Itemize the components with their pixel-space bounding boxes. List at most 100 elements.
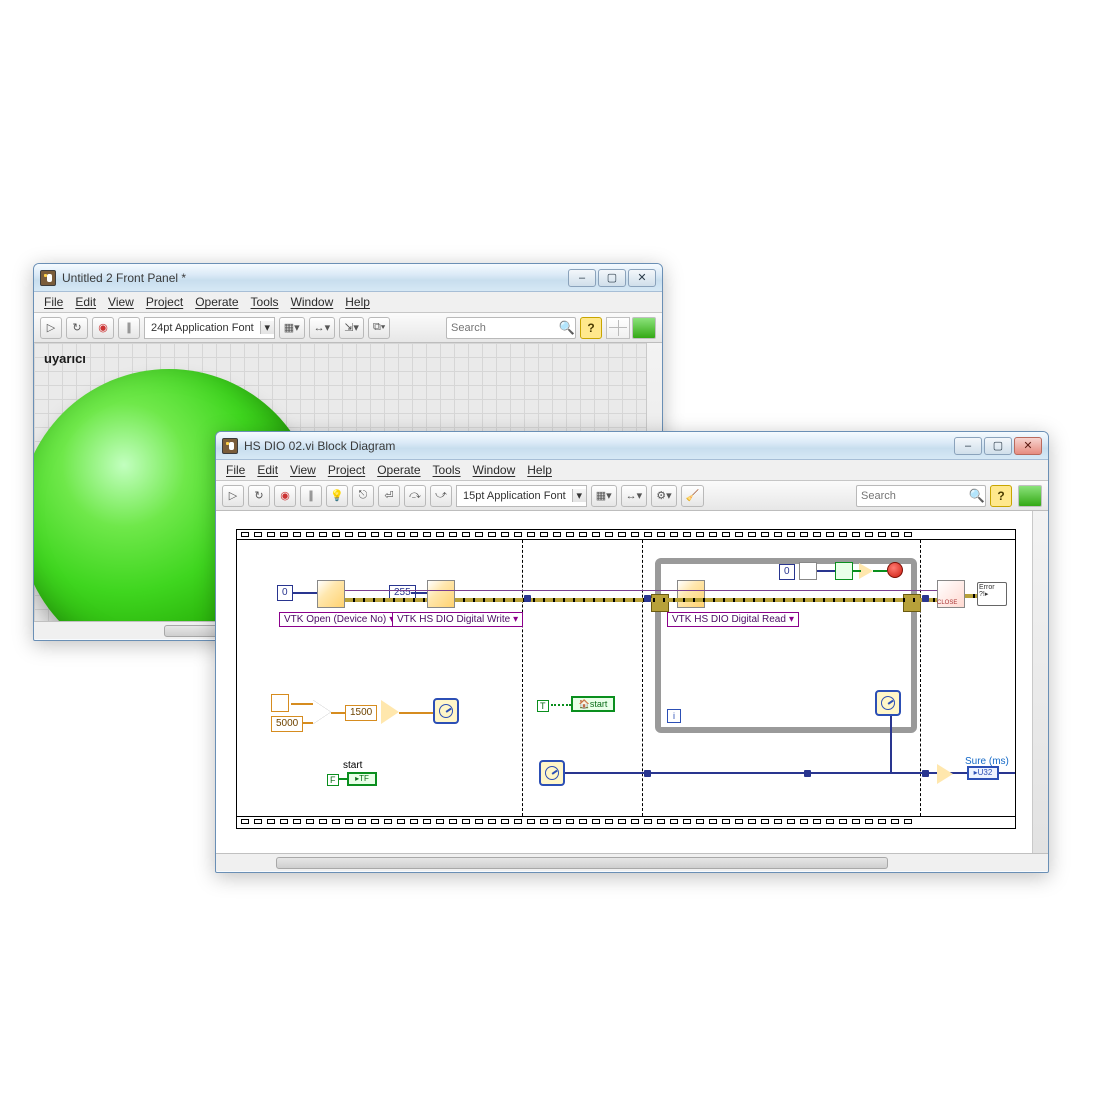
reorder-button[interactable]: ⧉▾: [368, 317, 390, 339]
fp-menubar[interactable]: File Edit View Project Operate Tools Win…: [34, 292, 662, 313]
distribute-objects-button[interactable]: ↔▾: [309, 317, 336, 339]
wait-ms-node[interactable]: [433, 698, 459, 724]
vtk-open-vi[interactable]: [317, 580, 345, 608]
vtk-read-vi[interactable]: [677, 580, 705, 608]
local-variable-start[interactable]: 🏠start: [571, 696, 615, 712]
horizontal-scroll-thumb[interactable]: [276, 857, 888, 869]
menu-project[interactable]: Project: [328, 463, 365, 477]
menu-window[interactable]: Window: [473, 463, 516, 477]
align-objects-button[interactable]: ▦▾: [279, 317, 305, 339]
chevron-down-icon[interactable]: ▾: [260, 321, 274, 334]
loop-iteration-terminal[interactable]: i: [667, 709, 681, 723]
close-button[interactable]: ✕: [1014, 437, 1042, 455]
distribute-objects-button[interactable]: ↔▾: [621, 485, 648, 507]
step-over-button[interactable]: ⤼: [404, 485, 426, 507]
align-objects-button[interactable]: ▦▾: [591, 485, 617, 507]
labview-app-icon: [40, 270, 56, 286]
search-icon[interactable]: 🔍: [559, 320, 575, 336]
minimize-button[interactable]: –: [568, 269, 596, 287]
step-out-button[interactable]: ⤻: [430, 485, 452, 507]
search-icon[interactable]: 🔍: [969, 488, 985, 504]
boolean-true-constant[interactable]: T: [537, 700, 549, 712]
poly-selector-vtk-read[interactable]: VTK HS DIO Digital Read▾: [667, 612, 799, 627]
menu-help[interactable]: Help: [527, 463, 552, 477]
poly-selector-vtk-write[interactable]: VTK HS DIO Digital Write▾: [392, 612, 523, 627]
menu-view[interactable]: View: [290, 463, 316, 477]
highlight-exec-button[interactable]: 💡: [326, 485, 348, 507]
numeric-constant-zero[interactable]: 0: [277, 585, 293, 601]
flat-sequence-structure[interactable]: 0 VTK Open (Device No)▾ 255 VTK HS DIO D…: [236, 529, 1016, 829]
context-help-button[interactable]: ?: [990, 485, 1012, 507]
context-help-button[interactable]: ?: [580, 317, 602, 339]
bd-search[interactable]: 🔍: [856, 485, 986, 507]
minimize-button[interactable]: –: [954, 437, 982, 455]
tick-count-node[interactable]: [875, 690, 901, 716]
tick-count-node[interactable]: [539, 760, 565, 786]
vi-icon[interactable]: [632, 317, 656, 339]
loop-stop-terminal[interactable]: [887, 562, 903, 578]
close-button[interactable]: ✕: [628, 269, 656, 287]
fp-search[interactable]: 🔍: [446, 317, 576, 339]
search-input[interactable]: [447, 322, 559, 334]
local-variable-start[interactable]: ▸TF: [347, 772, 377, 786]
add-node[interactable]: [381, 700, 399, 724]
abort-button[interactable]: ◉: [274, 485, 296, 507]
connector-pane-icon[interactable]: [606, 317, 630, 339]
ref-wire: [345, 590, 937, 591]
menu-window[interactable]: Window: [291, 295, 334, 309]
bd-menubar[interactable]: File Edit View Project Operate Tools Win…: [216, 460, 1048, 481]
simple-error-handler[interactable]: Error?!▸: [977, 582, 1007, 606]
run-continuous-button[interactable]: ↻: [248, 485, 270, 507]
poly-selector-vtk-open[interactable]: VTK Open (Device No)▾: [279, 612, 399, 627]
chevron-down-icon[interactable]: ▾: [572, 489, 586, 502]
numeric-constant-1500[interactable]: 1500: [345, 705, 377, 721]
menu-operate[interactable]: Operate: [377, 463, 420, 477]
pause-button[interactable]: ∥: [118, 317, 140, 339]
menu-tools[interactable]: Tools: [433, 463, 461, 477]
run-button[interactable]: ▷: [222, 485, 244, 507]
multiply-node[interactable]: [313, 700, 331, 724]
run-button[interactable]: ▷: [40, 317, 62, 339]
boolean-false-constant[interactable]: F: [327, 774, 339, 786]
menu-operate[interactable]: Operate: [195, 295, 238, 309]
vi-icon[interactable]: [1018, 485, 1042, 507]
menu-edit[interactable]: Edit: [75, 295, 96, 309]
maximize-button[interactable]: ▢: [984, 437, 1012, 455]
bd-toolbar: ▷ ↻ ◉ ∥ 💡 ⎋ ⏎ ⤼ ⤻ 15pt Application Font …: [216, 481, 1048, 511]
menu-tools[interactable]: Tools: [251, 295, 279, 309]
font-selector[interactable]: 24pt Application Font ▾: [144, 317, 275, 339]
block-diagram-canvas[interactable]: 0 VTK Open (Device No)▾ 255 VTK HS DIO D…: [216, 511, 1048, 871]
fp-titlebar[interactable]: Untitled 2 Front Panel * – ▢ ✕: [34, 264, 662, 292]
vtk-write-vi[interactable]: [427, 580, 455, 608]
abort-button[interactable]: ◉: [92, 317, 114, 339]
pause-button[interactable]: ∥: [300, 485, 322, 507]
menu-file[interactable]: File: [44, 295, 63, 309]
resize-objects-button[interactable]: ⇲▾: [339, 317, 364, 339]
subtract-node[interactable]: [937, 764, 953, 784]
menu-help[interactable]: Help: [345, 295, 370, 309]
font-selector[interactable]: 15pt Application Font ▾: [456, 485, 587, 507]
menu-project[interactable]: Project: [146, 295, 183, 309]
search-input[interactable]: [857, 490, 969, 502]
boolean-terminal[interactable]: [835, 562, 853, 580]
menu-view[interactable]: View: [108, 295, 134, 309]
error-wire: [345, 598, 427, 602]
bd-client: 0 VTK Open (Device No)▾ 255 VTK HS DIO D…: [216, 511, 1048, 871]
bd-titlebar[interactable]: HS DIO 02.vi Block Diagram – ▢ ✕: [216, 432, 1048, 460]
vertical-scrollbar[interactable]: [1032, 511, 1048, 853]
menu-file[interactable]: File: [226, 463, 245, 477]
numeric-constant-zero[interactable]: 0: [779, 564, 795, 580]
numeric-constant-5000[interactable]: 5000: [271, 716, 303, 732]
maximize-button[interactable]: ▢: [598, 269, 626, 287]
run-continuous-button[interactable]: ↻: [66, 317, 88, 339]
wire: [890, 716, 892, 772]
step-into-button[interactable]: ⏎: [378, 485, 400, 507]
horizontal-scroll-thumb[interactable]: [164, 625, 219, 637]
not-node[interactable]: [859, 563, 873, 579]
menu-edit[interactable]: Edit: [257, 463, 278, 477]
retain-wire-button[interactable]: ⎋: [352, 485, 374, 507]
u32-indicator[interactable]: ▸U32: [967, 766, 999, 780]
index-array-node[interactable]: [799, 562, 817, 580]
cleanup-button[interactable]: ⚙▾: [651, 485, 676, 507]
reorder-button[interactable]: 🧹: [681, 485, 705, 507]
